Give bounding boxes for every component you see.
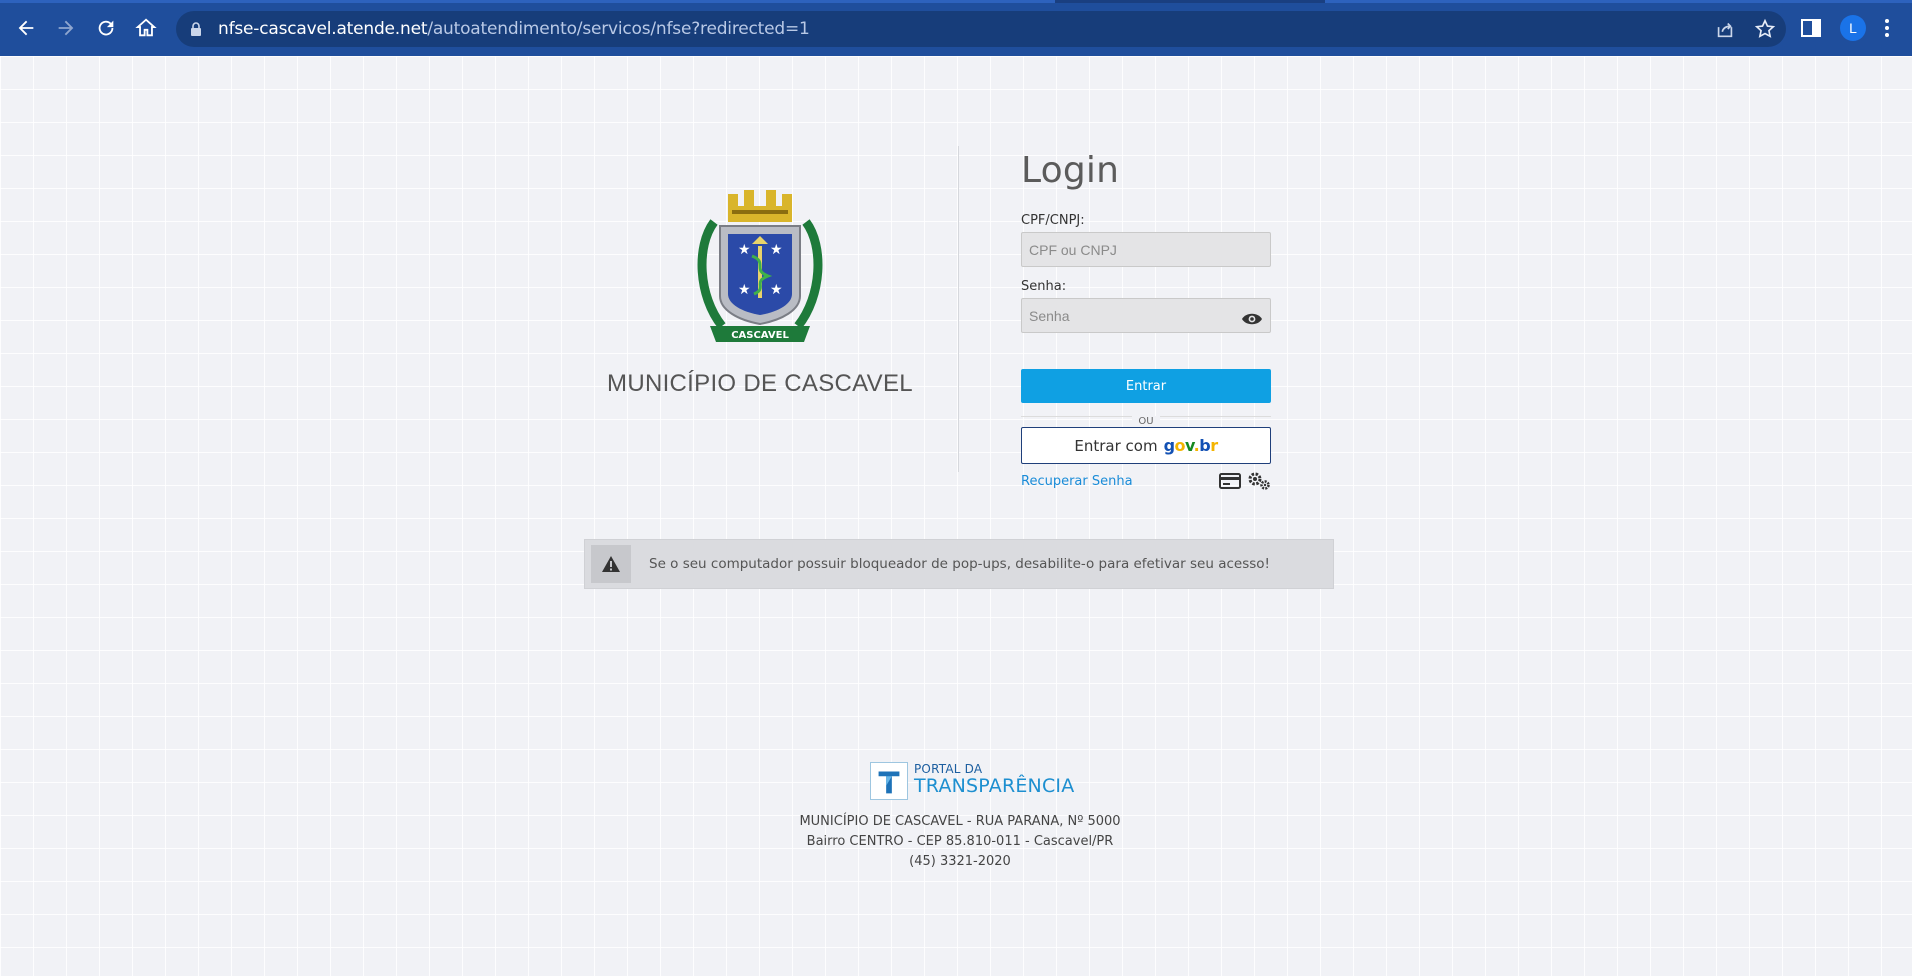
cpf-label: CPF/CNPJ: <box>1021 213 1085 228</box>
govbr-logo: gov.br <box>1163 436 1219 455</box>
portal-line2: TRANSPARÊNCIA <box>914 775 1075 797</box>
phone: (45) 3321-2020 <box>909 854 1011 869</box>
url-text[interactable]: nfse-cascavel.atende.net/autoatendimento… <box>218 19 810 39</box>
municipality-name: MUNICÍPIO DE CASCAVEL <box>607 370 913 397</box>
password-wrapper <box>1021 298 1271 333</box>
address-line2: Bairro CENTRO - CEP 85.810-011 - Cascave… <box>806 834 1114 849</box>
home-icon <box>135 18 157 37</box>
entrar-govbr-button[interactable]: Entrar com gov.br <box>1021 427 1271 464</box>
tab-inactive[interactable] <box>0 0 1055 3</box>
address-line1: MUNICÍPIO DE CASCAVEL - RUA PARANA, Nº 5… <box>799 814 1121 829</box>
cpf-input[interactable] <box>1021 232 1271 267</box>
footer-address: MUNICÍPIO DE CASCAVEL - RUA PARANA, Nº 5… <box>656 812 1264 872</box>
browser-toolbar: nfse-cascavel.atende.net/autoatendimento… <box>0 0 1912 56</box>
municipal-crest-logo: ★ ★ ★ ★ CASCAVEL <box>697 190 823 342</box>
crest-banner-text: CASCAVEL <box>731 330 789 341</box>
kebab-menu-icon[interactable] <box>1884 17 1890 39</box>
login-form: Login CPF/CNPJ: Senha: Entrar OU Entrar … <box>1021 150 1273 492</box>
password-input[interactable] <box>1021 298 1271 333</box>
warning-icon <box>602 556 620 572</box>
star-icon[interactable] <box>1754 18 1776 40</box>
login-links-row: Recuperar Senha <box>1021 470 1271 492</box>
popup-warning-alert: Se o seu computador possuir bloqueador d… <box>584 539 1334 589</box>
login-title: Login <box>1021 150 1120 191</box>
url-domain: nfse-cascavel.atende.net <box>218 19 428 39</box>
or-separator: OU <box>1021 409 1271 427</box>
govbr-prefix: Entrar com <box>1074 436 1158 455</box>
reload-button[interactable] <box>92 14 120 42</box>
tab-strip <box>0 0 1912 3</box>
home-button[interactable] <box>132 14 160 42</box>
recuperar-senha-link[interactable]: Recuperar Senha <box>1021 474 1133 489</box>
portal-transparencia-mark-icon <box>870 762 908 800</box>
url-path: /autoatendimento/servicos/nfse?redirecte… <box>427 19 810 39</box>
entrar-button[interactable]: Entrar <box>1021 369 1271 403</box>
show-password-eye-icon[interactable] <box>1241 312 1263 326</box>
column-divider <box>958 146 959 472</box>
address-bar[interactable]: nfse-cascavel.atende.net/autoatendimento… <box>176 11 1786 47</box>
brand-block: ★ ★ ★ ★ CASCAVEL MUNICÍPIO DE CASCAVEL <box>600 186 920 416</box>
svg-text:★: ★ <box>738 242 751 258</box>
alert-message: Se o seu computador possuir bloqueador d… <box>649 556 1270 572</box>
sidepanel-icon[interactable] <box>1800 17 1822 39</box>
forward-button[interactable] <box>52 14 80 42</box>
profile-avatar[interactable]: L <box>1840 15 1866 41</box>
share-icon[interactable] <box>1714 18 1736 40</box>
settings-gears-icon[interactable] <box>1247 471 1271 491</box>
certificate-card-icon[interactable] <box>1219 473 1241 489</box>
warning-icon-box <box>591 545 631 583</box>
tab-inactive[interactable] <box>1325 0 1912 3</box>
senha-label: Senha: <box>1021 279 1067 294</box>
or-label: OU <box>1132 416 1160 427</box>
svg-text:★: ★ <box>770 282 783 298</box>
portal-line1: PORTAL DA <box>914 762 983 776</box>
back-icon <box>18 20 34 36</box>
svg-text:★: ★ <box>770 242 783 258</box>
lock-icon[interactable] <box>188 21 204 37</box>
back-button[interactable] <box>12 14 40 42</box>
reload-icon <box>98 20 114 36</box>
svg-text:★: ★ <box>738 282 751 298</box>
forward-icon <box>58 20 74 36</box>
portal-transparencia-logo[interactable]: PORTAL DA TRANSPARÊNCIA <box>870 762 1074 802</box>
